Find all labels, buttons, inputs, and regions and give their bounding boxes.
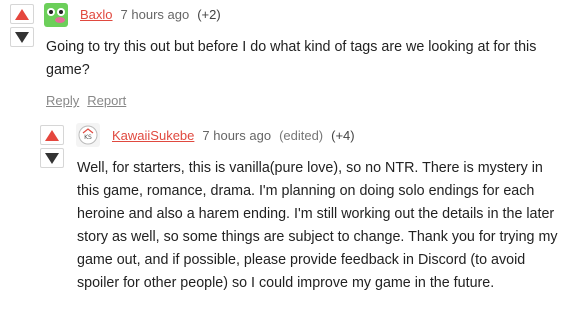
score: (+2) (197, 7, 221, 22)
triangle-up-icon (15, 8, 29, 20)
svg-text:KS: KS (84, 134, 92, 141)
downvote-button[interactable] (10, 27, 34, 47)
triangle-down-icon (45, 152, 59, 164)
username-link[interactable]: KawaiiSukebe (112, 128, 194, 143)
edited-label: (edited) (279, 128, 324, 143)
reply-link[interactable]: Reply (46, 93, 79, 108)
avatar[interactable] (44, 3, 68, 27)
triangle-up-icon (45, 129, 59, 141)
vote-controls (10, 4, 36, 48)
score: (+4) (331, 128, 355, 143)
triangle-down-icon (15, 31, 29, 43)
comment-body: Going to try this out but before I do wh… (46, 39, 537, 78)
upvote-button[interactable] (10, 4, 34, 24)
comment-meta: KawaiiSukebe 7 hours ago (edited) (+4) (112, 128, 355, 144)
vote-controls (40, 125, 66, 169)
comment-actions: Reply Report (46, 93, 134, 108)
timestamp: 7 hours ago (202, 128, 272, 143)
timestamp: 7 hours ago (120, 7, 190, 22)
username-link[interactable]: Baxlo (80, 7, 113, 22)
comment-body: Well, for starters, this is vanilla(pure… (77, 160, 558, 291)
downvote-button[interactable] (40, 148, 64, 168)
report-link[interactable]: Report (87, 93, 126, 108)
comment-kawaiisukebe: KS KawaiiSukebe 7 hours ago (edited) (+4) W… (0, 112, 566, 319)
upvote-button[interactable] (40, 125, 64, 145)
avatar[interactable]: KS (76, 123, 100, 147)
comment-baxlo: Baxlo 7 hours ago (+2) Going to try this o… (0, 0, 566, 112)
comment-meta: Baxlo 7 hours ago (+2) (80, 7, 221, 23)
